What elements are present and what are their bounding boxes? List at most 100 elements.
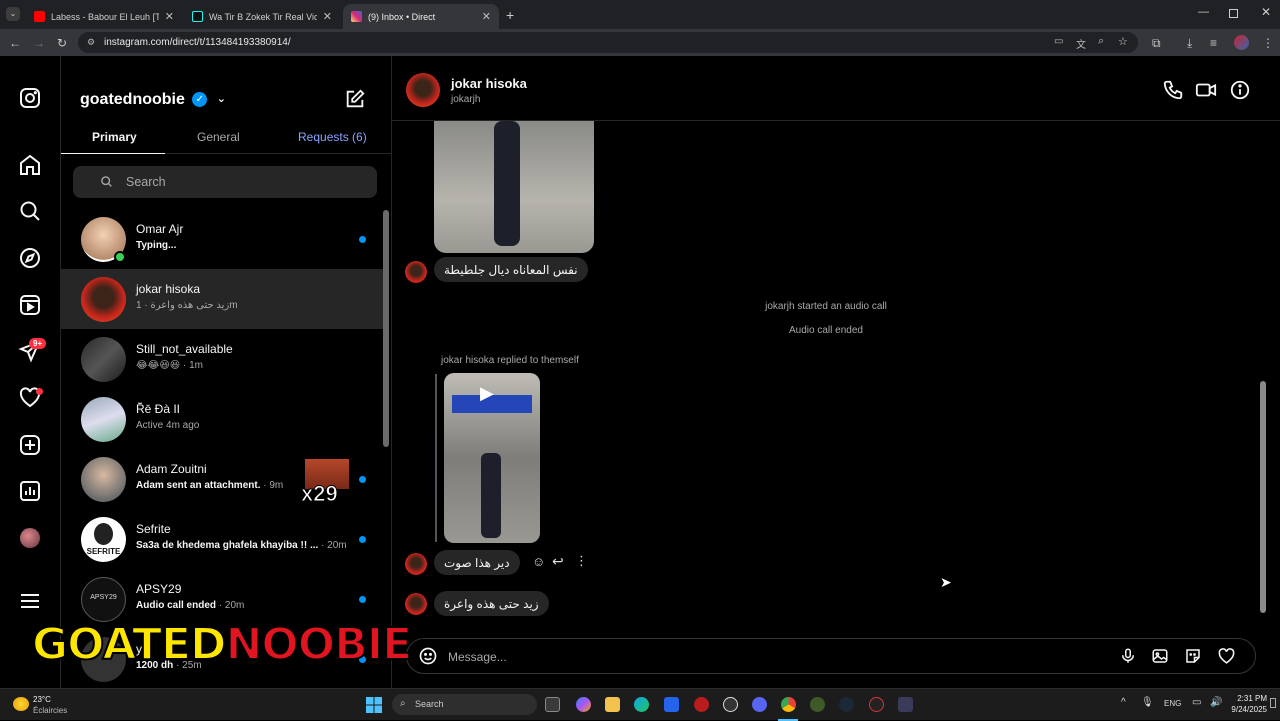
account-switcher[interactable]: goatednoobie ✓ ⌄ [80, 91, 226, 109]
browser-tab-3-active[interactable]: (9) Inbox • Direct ✕ [343, 4, 499, 29]
browser-toolbar: ← → ↻ ⚙ instagram.com/direct/t/113484193… [0, 29, 1280, 56]
more-menu-icon[interactable] [18, 589, 42, 613]
video-call-icon[interactable] [1195, 79, 1217, 101]
tab-requests[interactable]: Requests (6) [298, 130, 367, 144]
microphone-icon[interactable] [1119, 647, 1137, 665]
react-emoji-icon[interactable]: ☺ [532, 554, 545, 569]
volume-icon[interactable]: 🔊 [1210, 697, 1222, 708]
new-message-icon[interactable] [344, 88, 366, 110]
app-icon[interactable] [869, 697, 884, 712]
thread-still-not-available[interactable]: Still_not_available 😂😂😆😆 · 1m [61, 329, 383, 389]
thread-sefrite[interactable]: SEFRITE Sefrite Sa3a de khedema ghafela … [61, 509, 383, 569]
xbox-icon[interactable] [810, 697, 825, 712]
message-input[interactable]: Message... [448, 650, 507, 664]
chat-scrollbar[interactable] [1260, 381, 1266, 613]
heart-icon[interactable] [1217, 647, 1236, 666]
thread-omar-ajr[interactable]: Omar Ajr Typing... [61, 209, 383, 269]
message-bubble[interactable]: دير هذا صوت [434, 550, 520, 575]
reload-icon[interactable]: ↻ [57, 36, 67, 50]
address-bar[interactable]: ⚙ instagram.com/direct/t/113484193380914… [78, 32, 1138, 53]
thread-preview: Typing... [136, 240, 177, 251]
emoji-icon[interactable] [418, 646, 438, 666]
weather-temperature[interactable]: 23°C [33, 695, 51, 704]
download-icon[interactable]: ⤓ [1187, 36, 1192, 51]
search-icon[interactable] [18, 199, 42, 223]
thread-re-da[interactable]: Ř̈ē Đà II Active 4m ago [61, 389, 383, 449]
message-composer[interactable]: Message... [406, 638, 1256, 674]
close-window-button[interactable]: ✕ [1261, 5, 1271, 19]
profile-avatar[interactable] [1234, 35, 1249, 50]
info-icon[interactable] [1229, 79, 1251, 101]
bookmark-star-icon[interactable]: ☆ [1118, 35, 1128, 48]
tab-primary[interactable]: Primary [92, 130, 137, 144]
microphone-tray-icon[interactable]: 🎙 [1141, 697, 1154, 708]
media-control-icon[interactable]: ≡ [1210, 36, 1217, 50]
search-input[interactable]: Search [73, 166, 377, 198]
message-bubble[interactable]: زيد حتى هذه واعرة [434, 591, 549, 616]
chat-avatar[interactable] [406, 73, 440, 107]
reply-icon[interactable]: ↩ [552, 553, 564, 570]
file-explorer-icon[interactable] [605, 697, 620, 712]
notifications-icon[interactable] [1270, 698, 1276, 708]
edge-icon[interactable] [634, 697, 649, 712]
sticker-icon[interactable] [1184, 647, 1202, 665]
clock-date[interactable]: 9/24/2025 [1225, 705, 1267, 714]
clock-time[interactable]: 2:31 PM [1225, 694, 1267, 703]
show-hidden-icons[interactable]: ^ [1121, 697, 1126, 708]
translate-icon[interactable]: 文 [1076, 36, 1086, 51]
site-info-icon[interactable]: ⚙ [87, 37, 95, 48]
app-red-icon[interactable] [694, 697, 709, 712]
minimize-button[interactable]: — [1198, 6, 1209, 18]
browser-tab-1[interactable]: Labess - Babour El Leuh [Tout v ✕ [26, 4, 182, 29]
replied-video-thumbnail[interactable]: ▶ [444, 373, 540, 543]
browser-tab-2[interactable]: Wa Tir B Zokek Tir Real Video | ✕ [184, 4, 340, 29]
create-plus-icon[interactable] [18, 433, 42, 457]
task-view-icon[interactable] [545, 697, 560, 712]
chat-contact-handle: jokarjh [451, 94, 481, 105]
explore-compass-icon[interactable] [18, 246, 42, 270]
zoom-icon[interactable]: ⌕ [1098, 35, 1104, 48]
inbox-scrollbar[interactable] [383, 210, 389, 447]
close-icon[interactable]: ✕ [323, 10, 332, 23]
extensions-icon[interactable]: ⧉ [1152, 36, 1161, 51]
home-icon[interactable] [18, 153, 42, 177]
reels-icon[interactable] [18, 293, 42, 317]
app-icon-2[interactable] [898, 697, 913, 712]
taskbar-search-box[interactable]: ⌕ Search [392, 694, 537, 715]
new-tab-button[interactable]: + [506, 7, 514, 23]
forward-icon[interactable]: → [33, 36, 45, 50]
more-menu-icon[interactable]: ⋮ [1262, 36, 1274, 50]
more-options-icon[interactable]: ⋮ [575, 553, 588, 569]
app-steam-like-icon[interactable] [723, 697, 738, 712]
thread-name: Still_not_available [136, 342, 233, 356]
restore-button[interactable] [1229, 9, 1238, 18]
back-icon[interactable]: ← [9, 36, 21, 50]
steam-icon[interactable] [839, 697, 854, 712]
instagram-logo-icon[interactable] [18, 86, 42, 110]
close-icon[interactable]: ✕ [482, 10, 491, 23]
message-bubble[interactable]: نفس المعاناه ديال جلطيطة [434, 257, 588, 282]
thread-adam-zouitni[interactable]: Adam Zouitni Adam sent an attachment. · … [61, 449, 383, 509]
copilot-icon[interactable] [576, 697, 591, 712]
chrome-icon[interactable] [781, 697, 796, 712]
windows-start-icon[interactable] [366, 697, 382, 713]
chat-contact-name[interactable]: jokar hisoka [451, 76, 527, 91]
phone-call-icon[interactable] [1162, 79, 1184, 101]
dashboard-icon[interactable] [18, 479, 42, 503]
image-icon[interactable] [1151, 647, 1169, 665]
install-app-icon[interactable]: ▭ [1054, 36, 1063, 47]
weather-sun-icon[interactable] [13, 697, 29, 711]
discord-icon[interactable] [752, 697, 767, 712]
tab-search-button[interactable]: ⌄ [6, 7, 20, 21]
shared-video-thumbnail[interactable] [434, 121, 594, 253]
language-indicator[interactable]: ENG [1164, 699, 1181, 708]
network-icon[interactable]: ▭ [1192, 697, 1201, 708]
close-icon[interactable]: ✕ [165, 10, 174, 23]
store-icon[interactable] [664, 697, 679, 712]
tab-general[interactable]: General [197, 130, 240, 144]
avatar-label: APSY29 [90, 594, 117, 601]
play-icon[interactable]: ▶ [480, 383, 494, 404]
avatar [81, 277, 126, 322]
profile-avatar-icon[interactable] [20, 528, 40, 548]
thread-jokar-hisoka[interactable]: jokar hisoka زيد حتى هذه واعرة · 1m [61, 269, 383, 329]
